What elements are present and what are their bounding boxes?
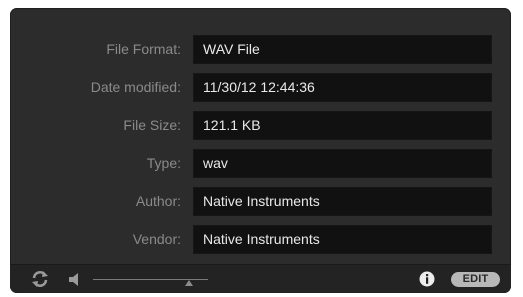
property-row-author: Author: Native Instruments [10, 187, 511, 216]
type-label: Type: [146, 155, 181, 171]
property-row-type: Type: wav [10, 149, 511, 178]
file-size-value: 121.1 KB [193, 111, 492, 140]
property-row-file-format: File Format: WAV File [10, 35, 511, 64]
vendor-label: Vendor: [132, 231, 181, 247]
file-size-label: File Size: [123, 117, 181, 133]
file-format-label: File Format: [106, 41, 181, 57]
author-field[interactable]: Native Instruments [193, 187, 492, 216]
type-value: wav [193, 149, 492, 178]
author-label: Author: [135, 193, 181, 209]
speaker-icon [69, 273, 78, 286]
info-icon[interactable] [419, 271, 435, 287]
vendor-field[interactable]: Native Instruments [193, 225, 492, 254]
window-frame: File Format: WAV File Date modified: 11/… [0, 0, 523, 297]
loop-icon[interactable] [31, 270, 49, 288]
edit-button[interactable]: EDIT [451, 272, 500, 287]
property-row-file-size: File Size: 121.1 KB [10, 111, 511, 140]
property-row-date-modified: Date modified: 11/30/12 12:44:36 [10, 73, 511, 102]
date-modified-value: 11/30/12 12:44:36 [193, 73, 492, 102]
volume-slider-thumb[interactable] [185, 280, 193, 286]
footer-toolbar: EDIT [10, 265, 511, 293]
property-row-vendor: Vendor: Native Instruments [10, 225, 511, 254]
file-info-panel: File Format: WAV File Date modified: 11/… [10, 8, 511, 293]
file-format-value: WAV File [193, 35, 492, 64]
date-modified-label: Date modified: [90, 79, 181, 95]
